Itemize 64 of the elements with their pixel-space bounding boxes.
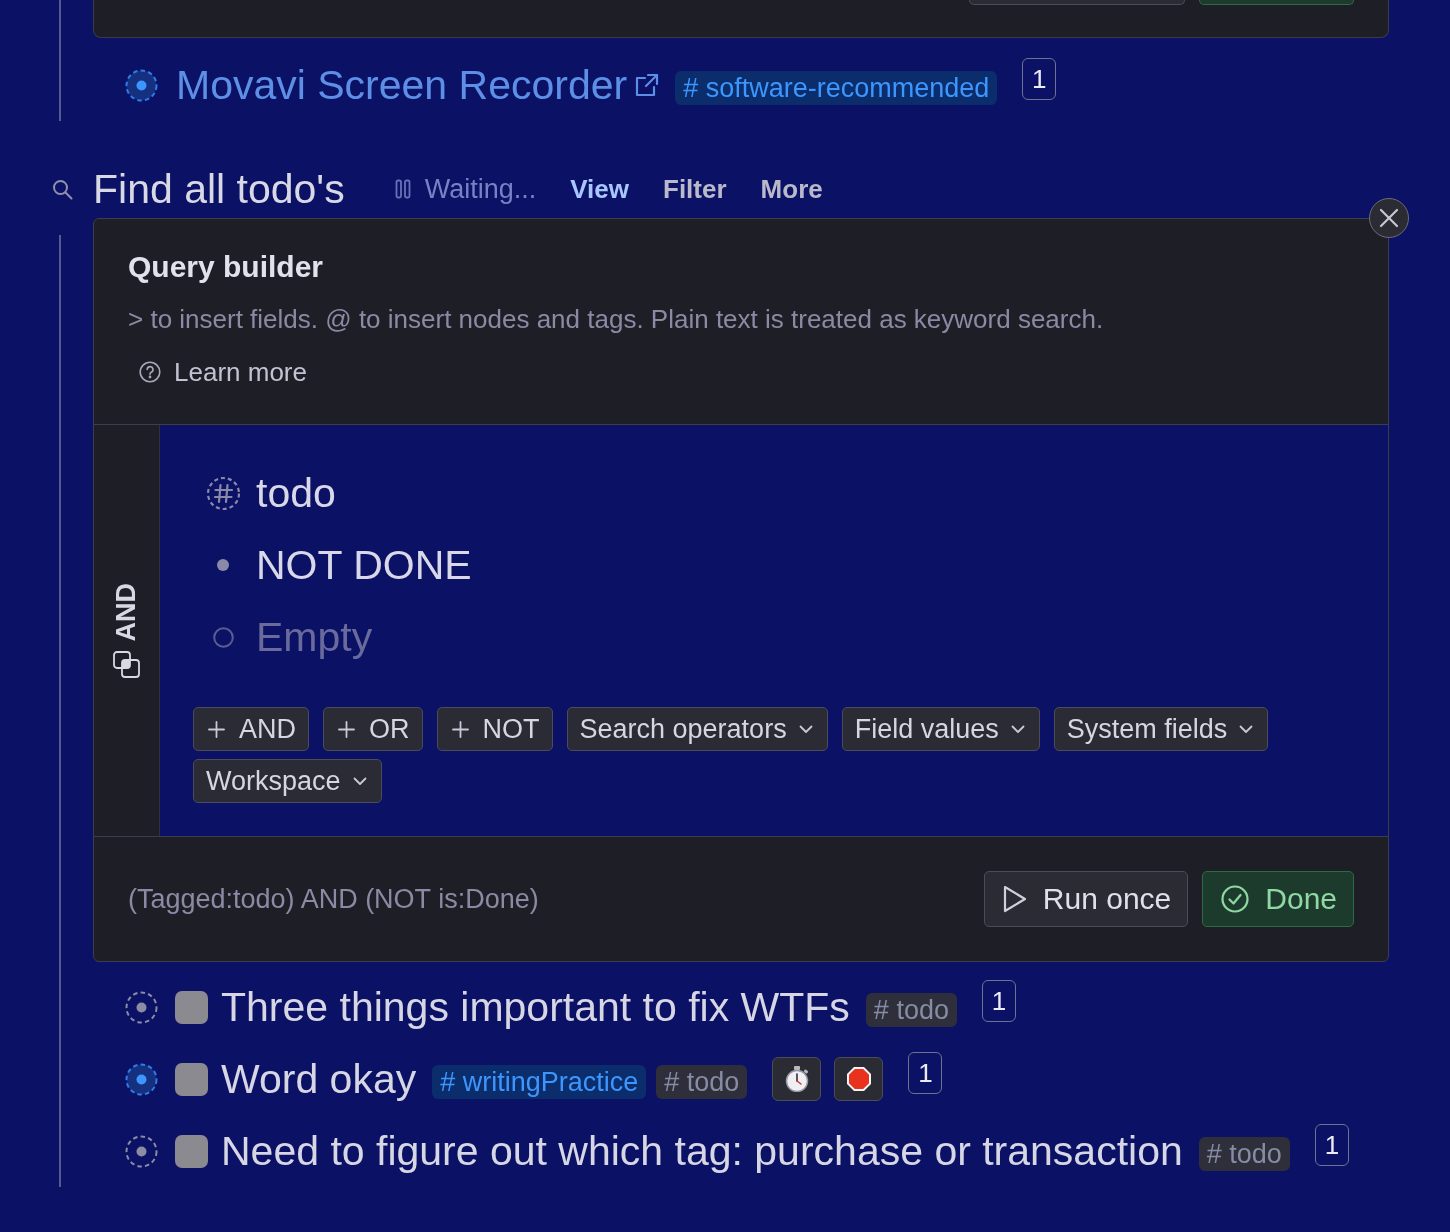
- node-link[interactable]: Movavi Screen Recorder: [176, 61, 628, 109]
- stop-sign-icon: [845, 1066, 872, 1092]
- overlapping-squares-icon: [113, 651, 140, 679]
- hash-icon: [205, 475, 241, 511]
- bullet-icon[interactable]: [125, 1062, 158, 1096]
- bullet-icon[interactable]: [125, 1134, 158, 1168]
- play-icon: [1002, 885, 1027, 913]
- done-button[interactable]: Done: [1202, 871, 1354, 927]
- hint-text: > to insert fields. @ to insert nodes and tags. Plain text is treated as keyword search.: [128, 303, 1105, 335]
- help-icon: [139, 361, 161, 383]
- tag[interactable]: # todo: [656, 1065, 748, 1099]
- emoji-button[interactable]: [772, 1057, 822, 1101]
- reference-count[interactable]: 1: [1022, 58, 1057, 100]
- toolbar-button[interactable]: More: [760, 169, 823, 209]
- chevron-down-icon: [1239, 724, 1254, 734]
- dropdown-button[interactable]: System fields: [1053, 707, 1269, 751]
- run-once-button[interactable]: Run once: [983, 871, 1189, 927]
- node-text: Need to figure out which tag: purchase or transaction: [221, 1127, 1183, 1175]
- node-text: Word okay: [221, 1055, 417, 1103]
- dropdown-button[interactable]: Workspace: [193, 759, 382, 803]
- dropdown-button[interactable]: Field values: [841, 707, 1040, 751]
- reference-count[interactable]: 1: [1314, 1124, 1349, 1166]
- condition-text[interactable]: NOT DONE: [256, 541, 472, 589]
- learn-more-button[interactable]: Learn more: [139, 355, 307, 389]
- tag[interactable]: # writingPractice: [432, 1065, 647, 1099]
- checkbox[interactable]: [175, 1062, 208, 1096]
- status-text: Waiting...: [424, 173, 537, 205]
- close-button[interactable]: [1369, 198, 1409, 238]
- dropdown-button[interactable]: Search operators: [566, 707, 828, 751]
- bullet-icon[interactable]: [125, 68, 158, 102]
- toolbar-button[interactable]: View: [570, 169, 629, 209]
- panel-title: Query builder: [128, 249, 325, 285]
- reference-count[interactable]: 1: [908, 1052, 943, 1094]
- bullet-icon[interactable]: [125, 990, 158, 1024]
- query-expression: (Tagged:todo) AND (NOT is:Done): [128, 883, 539, 915]
- reference-count[interactable]: 1: [981, 980, 1016, 1022]
- search-icon: [52, 178, 73, 200]
- search-title: Find all todo's: [93, 165, 345, 213]
- condition-text[interactable]: todo: [256, 469, 336, 517]
- checkbox[interactable]: [175, 1134, 208, 1168]
- check-circle-icon: [1221, 885, 1250, 913]
- condition-input[interactable]: Empty: [256, 612, 408, 662]
- tag[interactable]: # todo: [1198, 1137, 1290, 1171]
- plus-icon: [451, 720, 469, 738]
- plus-icon: [208, 720, 225, 738]
- chevron-down-icon: [1010, 724, 1025, 734]
- add-operator-button[interactable]: OR: [323, 707, 423, 751]
- chevron-down-icon: [798, 724, 813, 734]
- node-text: Three things important to fix WTFs: [221, 983, 850, 1031]
- stopwatch-icon: [784, 1066, 809, 1092]
- bullet-ring-icon: [212, 626, 234, 648]
- tag[interactable]: # todo: [865, 993, 957, 1027]
- tag[interactable]: # software-recommended: [675, 71, 998, 105]
- external-link-icon[interactable]: [635, 73, 660, 97]
- add-operator-button[interactable]: AND: [193, 707, 309, 751]
- pause-icon: [394, 179, 411, 199]
- plus-icon: [338, 720, 355, 738]
- close-icon: [1379, 208, 1399, 228]
- emoji-button[interactable]: [834, 1057, 884, 1101]
- bullet-dot-icon: [217, 559, 229, 571]
- add-operator-button[interactable]: NOT: [436, 707, 553, 751]
- checkbox[interactable]: [175, 990, 208, 1024]
- toolbar-button[interactable]: Filter: [663, 169, 727, 209]
- chevron-down-icon: [352, 776, 367, 786]
